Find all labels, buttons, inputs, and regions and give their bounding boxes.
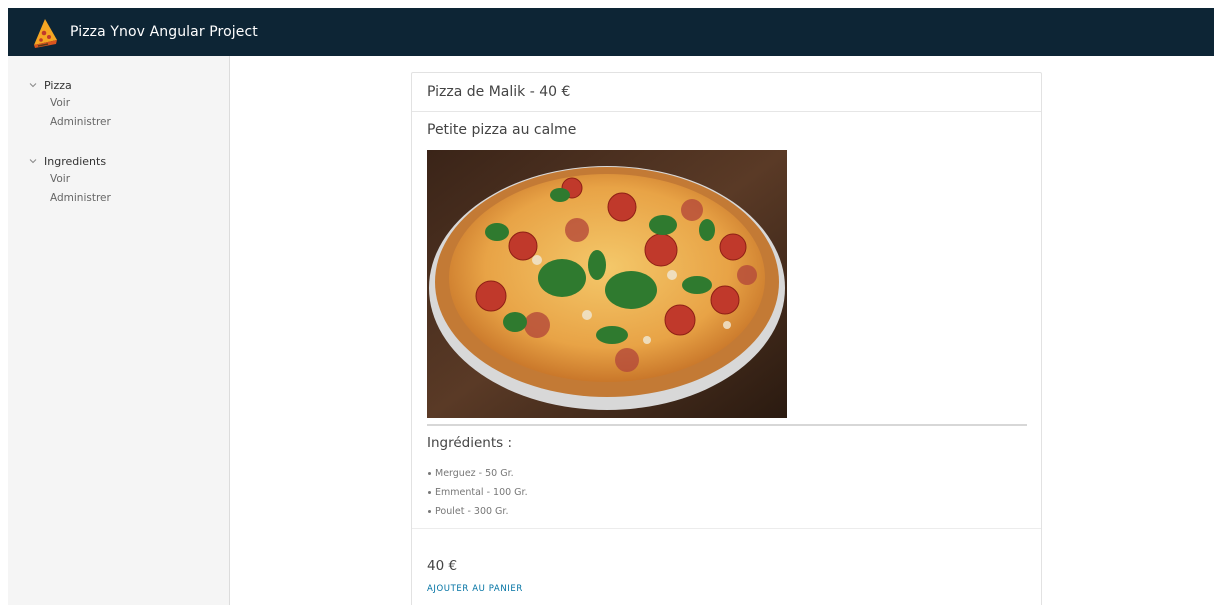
card-footer: 40 € AJOUTER AU PANIER [412,528,1041,595]
sidebar-group-label: Ingredients [44,154,107,168]
top-header: Pizza Ynov Angular Project [8,8,1214,56]
sidebar-group-label: Pizza [44,78,72,92]
ingredients-title: Ingrédients : [427,435,513,451]
ingredients-list: Merguez - 50 Gr. Emmental - 100 Gr. Poul… [427,464,1026,521]
section-divider [427,424,1027,426]
app-title[interactable]: Pizza Ynov Angular Project [70,24,258,40]
pizza-price: 40 € [427,558,458,574]
sidebar-group-ingredients: Ingredients Voir Administrer [28,152,111,208]
pizza-description: Petite pizza au calme [427,122,577,138]
pizza-image [427,150,787,418]
ingredient-item: Poulet - 300 Gr. [427,502,1026,521]
main-content: Pizza de Malik - 40 € Petite pizza au ca… [231,56,1214,605]
chevron-down-icon [29,83,37,88]
sidebar: Pizza Voir Administrer Ingredients Voir … [8,56,230,605]
sidebar-group-pizza: Pizza Voir Administrer [28,76,111,132]
sidebar-item-pizza-voir[interactable]: Voir [50,94,111,113]
card-block: Petite pizza au calme Ingrédients: Merg… [412,122,1041,521]
pizza-card: Pizza de Malik - 40 € Petite pizza au ca… [411,72,1042,605]
chevron-down-icon [29,159,37,164]
add-to-cart-button[interactable]: AJOUTER AU PANIER [427,584,523,594]
sidebar-item-pizza-administrer[interactable]: Administrer [50,113,111,132]
sidebar-group-toggle-ingredients[interactable]: Ingredients [28,152,111,170]
sidebar-item-ingredients-administrer[interactable]: Administrer [50,189,111,208]
sidebar-item-ingredients-voir[interactable]: Voir [50,170,111,189]
card-header: Pizza de Malik - 40 € [412,73,1041,112]
app-root: Pizza Ynov Angular Project Pizza Voir Ad… [0,0,1214,605]
ingredient-item: Merguez - 50 Gr. [427,464,1026,483]
sidebar-group-toggle-pizza[interactable]: Pizza [28,76,111,94]
pizza-slice-icon[interactable] [30,15,60,49]
ingredient-item: Emmental - 100 Gr. [427,483,1026,502]
